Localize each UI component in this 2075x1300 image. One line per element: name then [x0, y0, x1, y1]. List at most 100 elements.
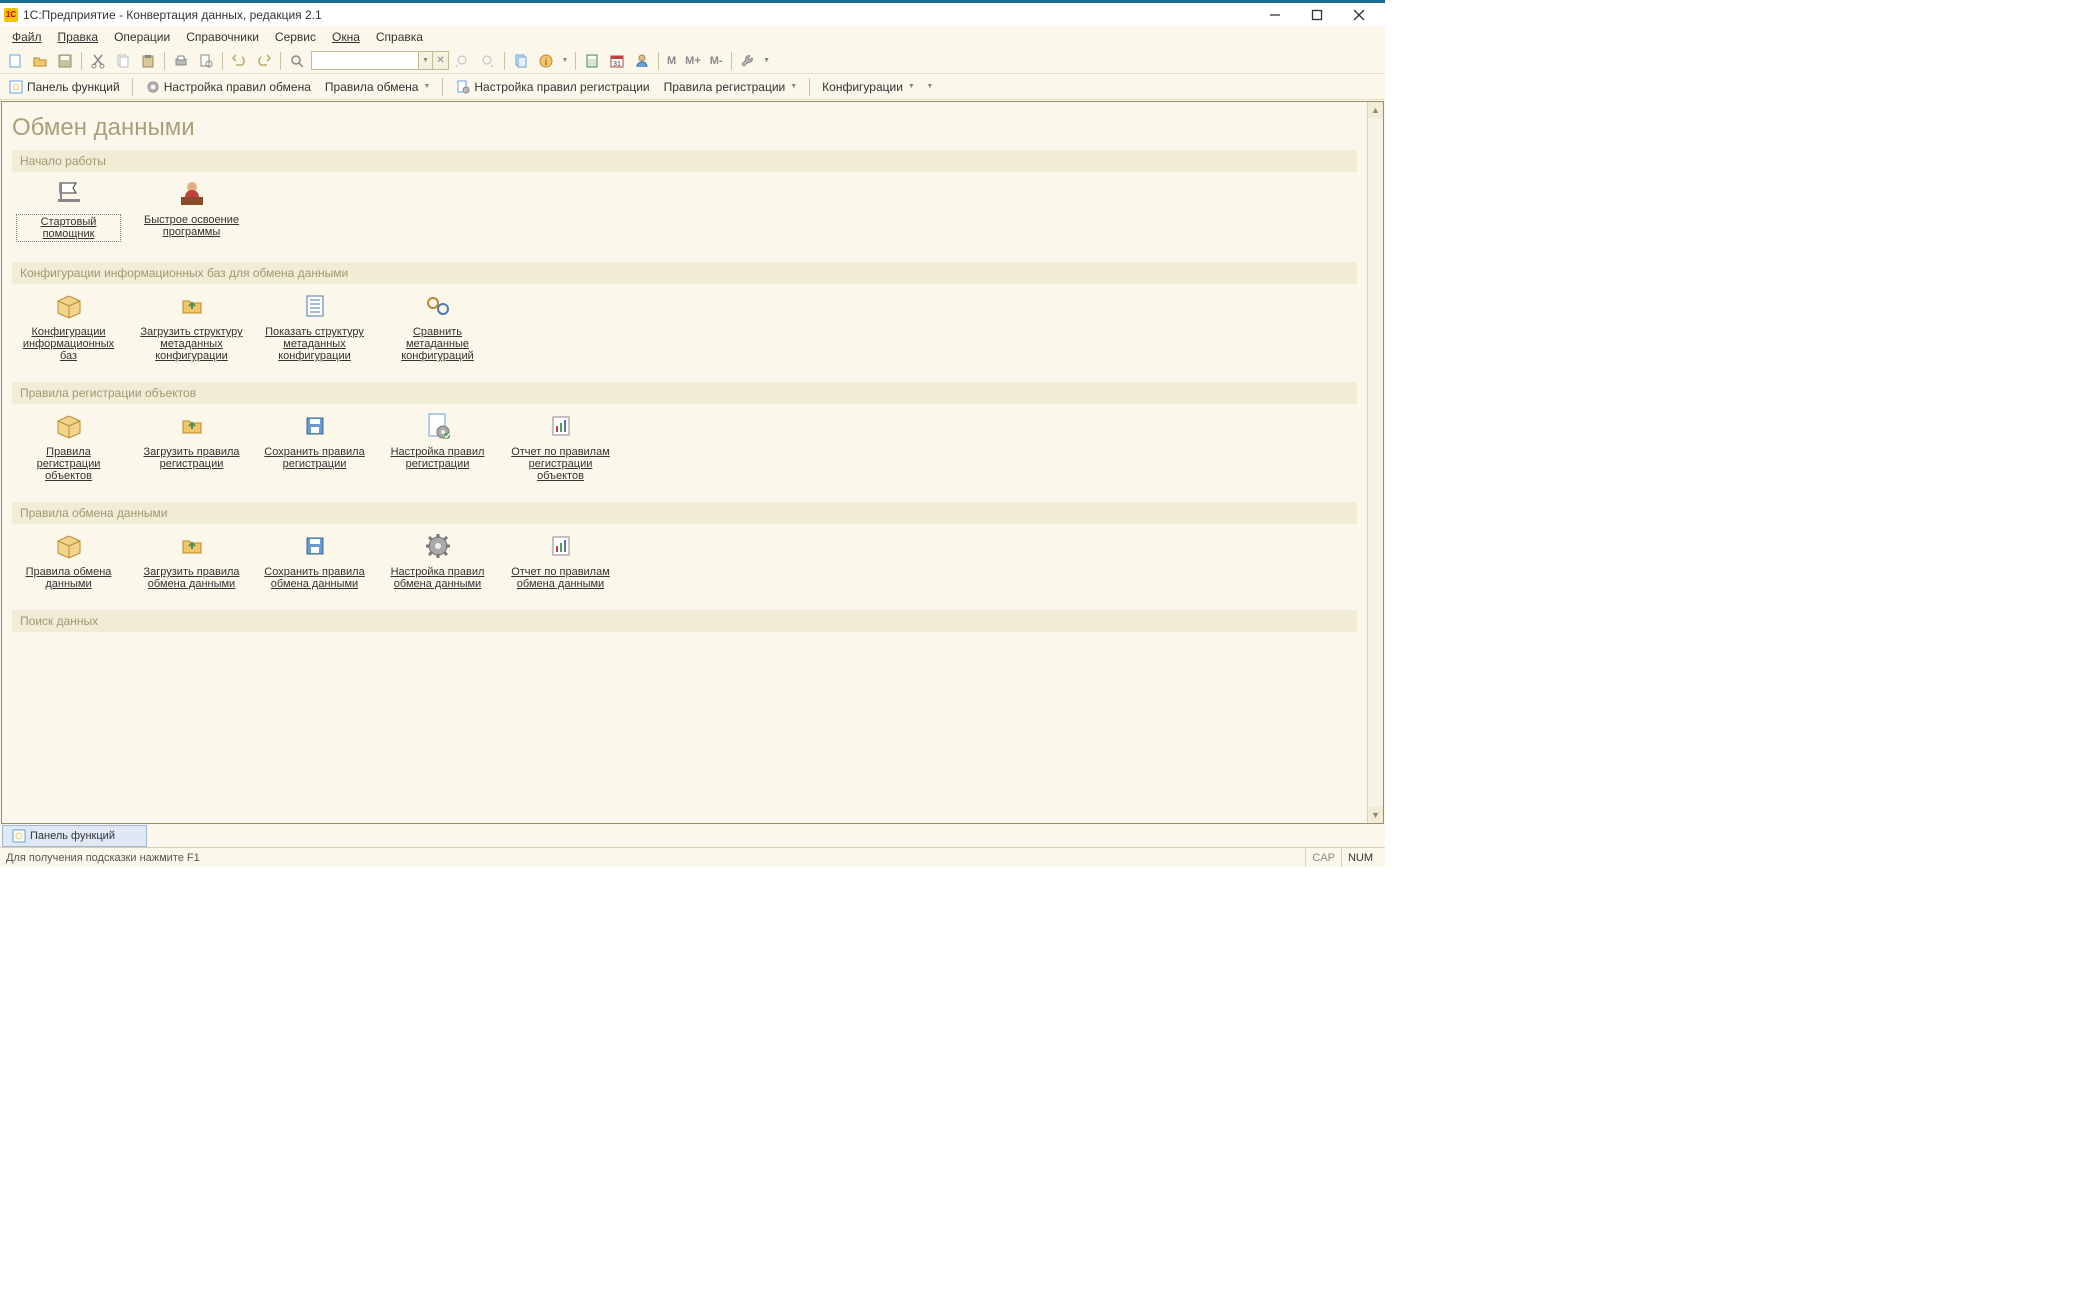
minimize-button[interactable]: [1263, 7, 1287, 23]
save-icon: [299, 530, 331, 562]
tile-link[interactable]: Показать структуру метаданных конфигурац…: [262, 290, 367, 362]
cut-icon[interactable]: [87, 50, 109, 72]
tile-link[interactable]: Загрузить структуру метаданных конфигура…: [139, 290, 244, 362]
compare-icon: [422, 290, 454, 322]
user-icon[interactable]: [631, 50, 653, 72]
tile-link[interactable]: Конфигурации информационных баз: [16, 290, 121, 362]
folder-up-icon: [176, 410, 208, 442]
tile-link[interactable]: Отчет по правилам регистрации объектов: [508, 410, 613, 482]
info-dropdown[interactable]: ▼: [560, 50, 570, 72]
chevron-down-icon: ▼: [908, 83, 915, 90]
search-box[interactable]: ▼ ✕: [311, 51, 449, 70]
mminus-button[interactable]: M-: [707, 55, 726, 67]
menu-references[interactable]: Справочники: [180, 28, 265, 46]
mplus-button[interactable]: M+: [682, 55, 704, 67]
scroll-down-icon[interactable]: ▼: [1368, 807, 1383, 823]
section-header: Правила регистрации объектов: [12, 382, 1357, 404]
tile-link[interactable]: Правила регистрации объектов: [16, 410, 121, 482]
copy-doc-icon[interactable]: [510, 50, 532, 72]
exchange-rules-setup-button[interactable]: Настройка правил обмена: [141, 77, 315, 97]
section-body: Конфигурации информационных базЗагрузить…: [12, 284, 1357, 376]
chevron-down-icon: ▼: [423, 83, 430, 90]
tile-label: Отчет по правилам обмена данными: [508, 566, 613, 590]
statusbar-cap: CAP: [1305, 848, 1341, 867]
close-button[interactable]: [1347, 7, 1371, 23]
menu-windows[interactable]: Окна: [326, 28, 366, 46]
section-body: Правила регистрации объектов Загрузить пр…: [12, 404, 1357, 496]
taskbar-tab-panel-functions[interactable]: Панель функций: [2, 825, 147, 847]
panel-functions-label: Панель функций: [27, 80, 120, 94]
calendar-icon[interactable]: 31: [606, 50, 628, 72]
tile-link[interactable]: Настройка правил регистрации: [385, 410, 490, 470]
app-icon: 1C: [4, 8, 18, 22]
open-icon[interactable]: [29, 50, 51, 72]
tile-link[interactable]: Отчет по правилам обмена данными: [508, 530, 613, 590]
scroll-thumb[interactable]: [1371, 298, 1380, 328]
tile-link[interactable]: Сохранить правила регистрации: [262, 410, 367, 470]
statusbar-text: Для получения подсказки нажмите F1: [6, 852, 1305, 864]
section-header: Конфигурации информационных баз для обме…: [12, 262, 1357, 284]
panel-functions-button[interactable]: Панель функций: [4, 77, 124, 97]
registration-rules-dropdown[interactable]: Правила регистрации ▼: [660, 78, 802, 96]
wrench-icon[interactable]: [737, 50, 759, 72]
panel-functions-icon: [8, 79, 24, 95]
menu-edit[interactable]: Правка: [52, 28, 105, 46]
registration-rules-setup-label: Настройка правил регистрации: [474, 80, 649, 94]
configurations-extra-dropdown[interactable]: ▼: [925, 76, 935, 98]
undo-icon[interactable]: [228, 50, 250, 72]
exchange-rules-label: Правила обмена: [325, 80, 419, 94]
info-icon[interactable]: i: [535, 50, 557, 72]
exchange-rules-setup-label: Настройка правил обмена: [164, 80, 311, 94]
statusbar-num: NUM: [1341, 848, 1379, 867]
tile-label: Загрузить правила обмена данными: [139, 566, 244, 590]
tile-label: Загрузить правила регистрации: [139, 446, 244, 470]
tile-link[interactable]: Стартовый помощник: [16, 178, 121, 242]
statusbar: Для получения подсказки нажмите F1 CAP N…: [0, 847, 1385, 867]
search-dropdown[interactable]: ▼: [419, 51, 433, 70]
search-input[interactable]: [311, 51, 419, 70]
configurations-dropdown[interactable]: Конфигурации ▼: [818, 78, 919, 96]
find-next-icon[interactable]: [477, 50, 499, 72]
tile-link[interactable]: Правила обмена данными: [16, 530, 121, 590]
new-icon[interactable]: [4, 50, 26, 72]
menubar: Файл Правка Операции Справочники Сервис …: [0, 26, 1385, 48]
scroll-track[interactable]: [1368, 118, 1383, 807]
tile-link[interactable]: Сравнить метаданные конфигураций: [385, 290, 490, 362]
print-icon[interactable]: [170, 50, 192, 72]
tile-link[interactable]: Загрузить правила обмена данными: [139, 530, 244, 590]
tile-link[interactable]: Быстрое освоение программы: [139, 178, 244, 238]
menu-file[interactable]: Файл: [6, 28, 48, 46]
menu-help[interactable]: Справка: [370, 28, 429, 46]
tile-link[interactable]: Настройка правил обмена данными: [385, 530, 490, 590]
preview-icon[interactable]: [195, 50, 217, 72]
search-clear[interactable]: ✕: [433, 51, 449, 70]
copy-icon[interactable]: [112, 50, 134, 72]
tile-label: Настройка правил регистрации: [385, 446, 490, 470]
section-header: Поиск данных: [12, 610, 1357, 632]
tile-label: Сравнить метаданные конфигураций: [385, 326, 490, 362]
exchange-rules-dropdown[interactable]: Правила обмена ▼: [321, 78, 435, 96]
scroll-up-icon[interactable]: ▲: [1368, 102, 1383, 118]
wrench-dropdown[interactable]: ▼: [762, 50, 772, 72]
menu-service[interactable]: Сервис: [269, 28, 322, 46]
calc-icon[interactable]: [581, 50, 603, 72]
tile-label: Сохранить правила обмена данными: [262, 566, 367, 590]
save-icon[interactable]: [54, 50, 76, 72]
configurations-label: Конфигурации: [822, 80, 903, 94]
find-prev-icon[interactable]: [452, 50, 474, 72]
menu-operations[interactable]: Операции: [108, 28, 176, 46]
redo-icon[interactable]: [253, 50, 275, 72]
find-icon[interactable]: [286, 50, 308, 72]
paste-icon[interactable]: [137, 50, 159, 72]
gear-icon: [145, 79, 161, 95]
m-button[interactable]: M: [664, 55, 679, 67]
tile-link[interactable]: Загрузить правила регистрации: [139, 410, 244, 470]
section-body: Стартовый помощник Быстрое освоение прогр…: [12, 172, 1357, 256]
vertical-scrollbar[interactable]: ▲ ▼: [1367, 102, 1383, 823]
main-content: Обмен данными Начало работыСтартовый пом…: [2, 102, 1367, 823]
registration-rules-setup-button[interactable]: Настройка правил регистрации: [451, 77, 653, 97]
tile-label: Быстрое освоение программы: [139, 214, 244, 238]
maximize-button[interactable]: [1305, 7, 1329, 23]
tile-link[interactable]: Сохранить правила обмена данными: [262, 530, 367, 590]
box-icon: [53, 410, 85, 442]
